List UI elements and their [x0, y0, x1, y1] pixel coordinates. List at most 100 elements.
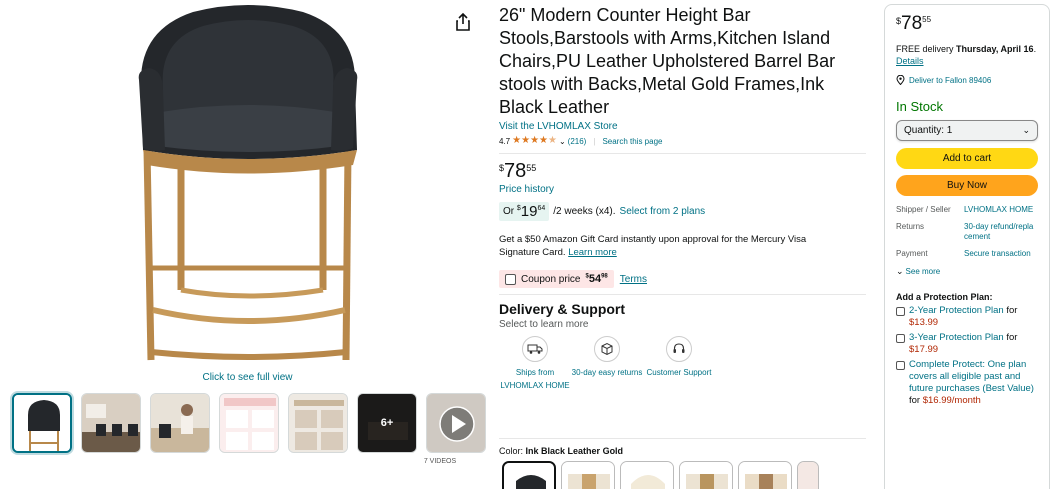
truck-icon: [522, 336, 548, 362]
info-value-link[interactable]: 30-day refund/replacement: [964, 222, 1034, 242]
protection-plan-link[interactable]: 2-Year Protection Plan: [909, 305, 1004, 316]
swatch-ink-black[interactable]: [502, 461, 556, 489]
ships-from-label: Ships from LVHOMLAX HOME: [500, 368, 570, 390]
rating-row: 4.7 ★★★★★ ⌄ (216) | Search this page: [499, 135, 869, 147]
coupon-fraction: 98: [601, 273, 608, 280]
thumbnail-5[interactable]: [288, 393, 348, 453]
thumbnail-3[interactable]: [150, 393, 210, 453]
info-row-returns: Returns 30-day refund/replacement: [896, 222, 1038, 242]
protection-option-complete[interactable]: Complete Protect: One plan covers all el…: [896, 359, 1038, 407]
coupon-row: Coupon price $5498 Terms: [499, 270, 869, 288]
thumbnail-strip: 6+: [12, 393, 486, 455]
thumbnail-2[interactable]: [81, 393, 141, 453]
ships-from-option[interactable]: Ships from LVHOMLAX HOME: [499, 336, 571, 392]
see-more-label: See more: [905, 267, 941, 276]
product-details: 26" Modern Counter Height Bar Stools,Bar…: [499, 4, 869, 489]
chevron-down-icon: ⌄: [896, 266, 904, 276]
installment-price: Or $ 19 64: [499, 202, 550, 221]
see-more-toggle[interactable]: ⌄ See more: [896, 266, 1038, 277]
support-options: Ships from LVHOMLAX HOME 30-day easy ret…: [499, 336, 869, 392]
info-key: Returns: [896, 222, 925, 231]
chevron-down-icon[interactable]: ⌄: [559, 137, 566, 146]
returns-option[interactable]: 30-day easy returns: [571, 336, 643, 392]
info-row-shipper: Shipper / Seller LVHOMLAX HOME: [896, 205, 1038, 215]
thumbnail-1[interactable]: [12, 393, 72, 453]
info-value-link[interactable]: LVHOMLAX HOME: [964, 205, 1038, 215]
protection-price: $16.99/month: [922, 395, 981, 406]
store-link[interactable]: Visit the LVHOMLAX Store: [499, 121, 869, 132]
deliver-to-text: Deliver to Fallon 89406: [909, 75, 992, 85]
info-value-link[interactable]: Secure transaction: [964, 249, 1038, 259]
delivery-prefix: FREE delivery: [896, 44, 954, 54]
installment-prefix: Or: [503, 206, 517, 217]
star-icon: ★: [512, 135, 522, 146]
quantity-value: Quantity: 1: [904, 125, 953, 136]
protection-plan-title: Add a Protection Plan:: [896, 292, 993, 302]
return-box-icon: [594, 336, 620, 362]
giftcard-learn-more[interactable]: Learn more: [568, 247, 617, 258]
buybox-price: $ 78 55: [896, 13, 1038, 34]
thumbnail-6[interactable]: 6+: [357, 393, 417, 453]
location-pin-icon: [896, 75, 905, 85]
protection-price: $13.99: [909, 317, 939, 328]
giftcard-text: Get a $50 Amazon Gift Card instantly upo…: [499, 234, 807, 258]
customer-support-label: Customer Support: [646, 368, 712, 377]
share-icon[interactable]: [455, 12, 471, 32]
protection-checkbox[interactable]: [896, 334, 905, 343]
add-to-cart-button[interactable]: Add to cart: [896, 148, 1038, 169]
delivery-date: Thursday, April 16: [956, 44, 1034, 54]
protection-option-2yr[interactable]: 2-Year Protection Plan for $13.99: [896, 305, 1038, 329]
color-value: Ink Black Leather Gold: [525, 446, 624, 456]
search-page-link[interactable]: Search this page: [602, 137, 662, 146]
protection-checkbox[interactable]: [896, 307, 905, 316]
installment-row: Or $ 19 64 /2 weeks (x4). Select from 2 …: [499, 202, 869, 221]
installment-fraction: 64: [537, 205, 546, 212]
info-row-payment: Payment Secure transaction: [896, 249, 1038, 259]
protection-for: for: [1006, 305, 1018, 316]
protection-plan-link[interactable]: Complete Protect: One plan covers all el…: [909, 359, 1034, 394]
coupon-box[interactable]: Coupon price $5498: [499, 270, 614, 288]
protection-for: for: [1006, 332, 1018, 343]
protection-plan-link[interactable]: 3-Year Protection Plan: [909, 332, 1004, 343]
seller-info: Shipper / Seller LVHOMLAX HOME Returns 30-…: [896, 205, 1038, 259]
deliver-to-link[interactable]: Deliver to Fallon 89406: [896, 75, 1038, 85]
divider: [499, 294, 866, 295]
info-key: Payment: [896, 249, 928, 258]
price-whole: 78: [504, 160, 527, 182]
protection-price: $17.99: [909, 344, 939, 355]
price-fraction: 55: [526, 163, 537, 173]
protection-checkbox[interactable]: [896, 361, 905, 370]
swatch-4[interactable]: [679, 461, 733, 489]
star-icon: ★: [521, 135, 531, 146]
buybox-price-fraction: 55: [922, 15, 932, 24]
installment-whole: 19: [520, 203, 538, 220]
protection-option-3yr[interactable]: 3-Year Protection Plan for $17.99: [896, 332, 1038, 356]
buy-now-button[interactable]: Buy Now: [896, 175, 1038, 196]
delivery-details-link[interactable]: Details: [896, 56, 924, 66]
thumbnail-video[interactable]: [426, 393, 486, 453]
color-selector-label: Color: Ink Black Leather Gold: [499, 446, 623, 456]
swatch-5[interactable]: [738, 461, 792, 489]
buy-box: $ 78 55 FREE delivery Thursday, April 16…: [884, 4, 1050, 489]
product-main-image[interactable]: [133, 0, 363, 365]
customer-support-option[interactable]: Customer Support: [643, 336, 715, 392]
swatch-3[interactable]: [620, 461, 674, 489]
thumbnail-4[interactable]: [219, 393, 279, 453]
coupon-checkbox[interactable]: [505, 273, 516, 285]
divider: |: [593, 136, 596, 146]
rating-stars[interactable]: ★★★★★: [512, 136, 557, 146]
divider: [499, 438, 866, 439]
installment-plans-link[interactable]: Select from 2 plans: [620, 206, 706, 217]
buybox-price-whole: 78: [901, 13, 923, 34]
protection-for: for: [909, 395, 921, 406]
swatch-2[interactable]: [561, 461, 615, 489]
coupon-terms-link[interactable]: Terms: [620, 274, 647, 285]
price-history-link[interactable]: Price history: [499, 184, 869, 195]
rating-count-link[interactable]: (216): [568, 137, 587, 146]
delivery-info: FREE delivery Thursday, April 16. Detail…: [896, 44, 1037, 66]
quantity-select[interactable]: Quantity: 1 ⌄: [896, 120, 1038, 141]
swatch-6[interactable]: [797, 461, 819, 489]
headset-icon: [666, 336, 692, 362]
full-view-link[interactable]: Click to see full view: [0, 372, 495, 383]
video-count-label: 7 VIDEOS: [423, 458, 457, 465]
